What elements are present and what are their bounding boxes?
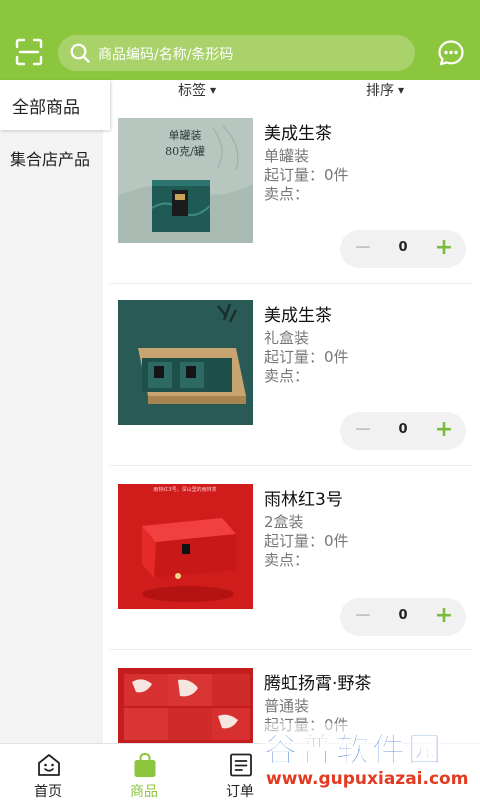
quantity-value[interactable]: 0 — [388, 608, 418, 623]
caret-down-icon: ▼ — [210, 86, 217, 95]
divider — [110, 465, 472, 466]
sidebar-item-label: 全部商品 — [12, 98, 80, 118]
product-spec: 单罐装 — [264, 147, 310, 165]
home-icon — [38, 754, 60, 776]
product-image — [118, 668, 253, 743]
filter-bar: 标签 ▼ 排序 ▼ — [110, 80, 480, 100]
order-list-icon — [230, 753, 252, 777]
tag-filter[interactable]: 标签 ▼ — [178, 80, 216, 100]
product-name: 美成生茶 — [264, 306, 332, 326]
product-spec: 礼盒装 — [264, 329, 310, 347]
watermark-title: 谷普软件园 — [264, 730, 444, 770]
product-selling-point: 卖点： — [264, 367, 310, 385]
tab-home[interactable]: 首页 — [0, 744, 96, 800]
decrease-button[interactable]: − — [352, 418, 374, 442]
tab-label: 商品 — [130, 784, 158, 800]
tab-products[interactable]: 商品 — [96, 744, 192, 800]
quantity-value[interactable]: 0 — [388, 240, 418, 255]
sort-filter[interactable]: 排序 ▼ — [366, 80, 404, 100]
category-sidebar: 全部商品 集合店产品 — [0, 80, 110, 743]
product-card[interactable]: 雨林红3号，深山里的雨林茶 雨林红3号 2盒装 起订量：0件 卖点： − 0 + — [110, 484, 480, 669]
divider — [110, 283, 472, 284]
decrease-button[interactable]: − — [352, 604, 374, 628]
product-name: 雨林红3号 — [264, 490, 343, 510]
quantity-stepper: − 0 + — [340, 412, 466, 450]
scan-icon[interactable] — [14, 37, 44, 67]
product-selling-point: 卖点： — [264, 185, 310, 203]
product-name: 腾虹扬霄·野茶 — [264, 674, 372, 694]
product-card[interactable]: 单罐装 80克/罐 美成生茶 单罐装 起订量：0件 卖点： − 0 + — [110, 118, 480, 303]
image-caption: 80克/罐 — [165, 145, 205, 158]
message-icon[interactable] — [437, 39, 465, 67]
decrease-button[interactable]: − — [352, 236, 374, 260]
shopping-bag-icon — [134, 752, 156, 777]
product-image — [118, 300, 253, 425]
increase-button[interactable]: + — [432, 235, 456, 261]
quantity-stepper: − 0 + — [340, 598, 466, 636]
product-min-order: 起订量：0件 — [264, 348, 349, 366]
increase-button[interactable]: + — [432, 603, 456, 629]
caret-down-icon: ▼ — [398, 86, 405, 95]
sidebar-item-label: 集合店产品 — [10, 150, 91, 169]
sidebar-item-all-products[interactable]: 全部商品 — [0, 80, 110, 130]
divider — [110, 649, 472, 650]
product-image: 雨林红3号，深山里的雨林茶 — [118, 484, 253, 609]
product-card[interactable]: 美成生茶 礼盒装 起订量：0件 卖点： − 0 + — [110, 300, 480, 485]
tab-label: 首页 — [34, 784, 62, 800]
watermark: 谷普软件园 www.gupuxiazai.com — [262, 723, 480, 800]
top-header: 商品编码/名称/条形码 — [0, 0, 480, 80]
tag-filter-label: 标签 — [178, 83, 206, 99]
image-caption: 雨林红3号，深山里的雨林茶 — [153, 486, 216, 493]
sidebar-item-collection-store[interactable]: 集合店产品 — [0, 132, 110, 182]
product-image: 单罐装 80克/罐 — [118, 118, 253, 243]
quantity-value[interactable]: 0 — [388, 422, 418, 437]
watermark-url: www.gupuxiazai.com — [266, 769, 469, 789]
increase-button[interactable]: + — [432, 417, 456, 443]
image-caption: 单罐装 — [169, 129, 202, 142]
product-min-order: 起订量：0件 — [264, 166, 349, 184]
product-min-order: 起订量：0件 — [264, 532, 349, 550]
product-name: 美成生茶 — [264, 124, 332, 144]
quantity-stepper: − 0 + — [340, 230, 466, 268]
product-spec: 普通装 — [264, 697, 310, 715]
sort-filter-label: 排序 — [366, 83, 394, 99]
search-input[interactable]: 商品编码/名称/条形码 — [58, 35, 415, 71]
product-spec: 2盒装 — [264, 513, 304, 531]
search-placeholder: 商品编码/名称/条形码 — [98, 47, 234, 63]
search-icon — [70, 43, 90, 63]
product-selling-point: 卖点： — [264, 551, 310, 569]
